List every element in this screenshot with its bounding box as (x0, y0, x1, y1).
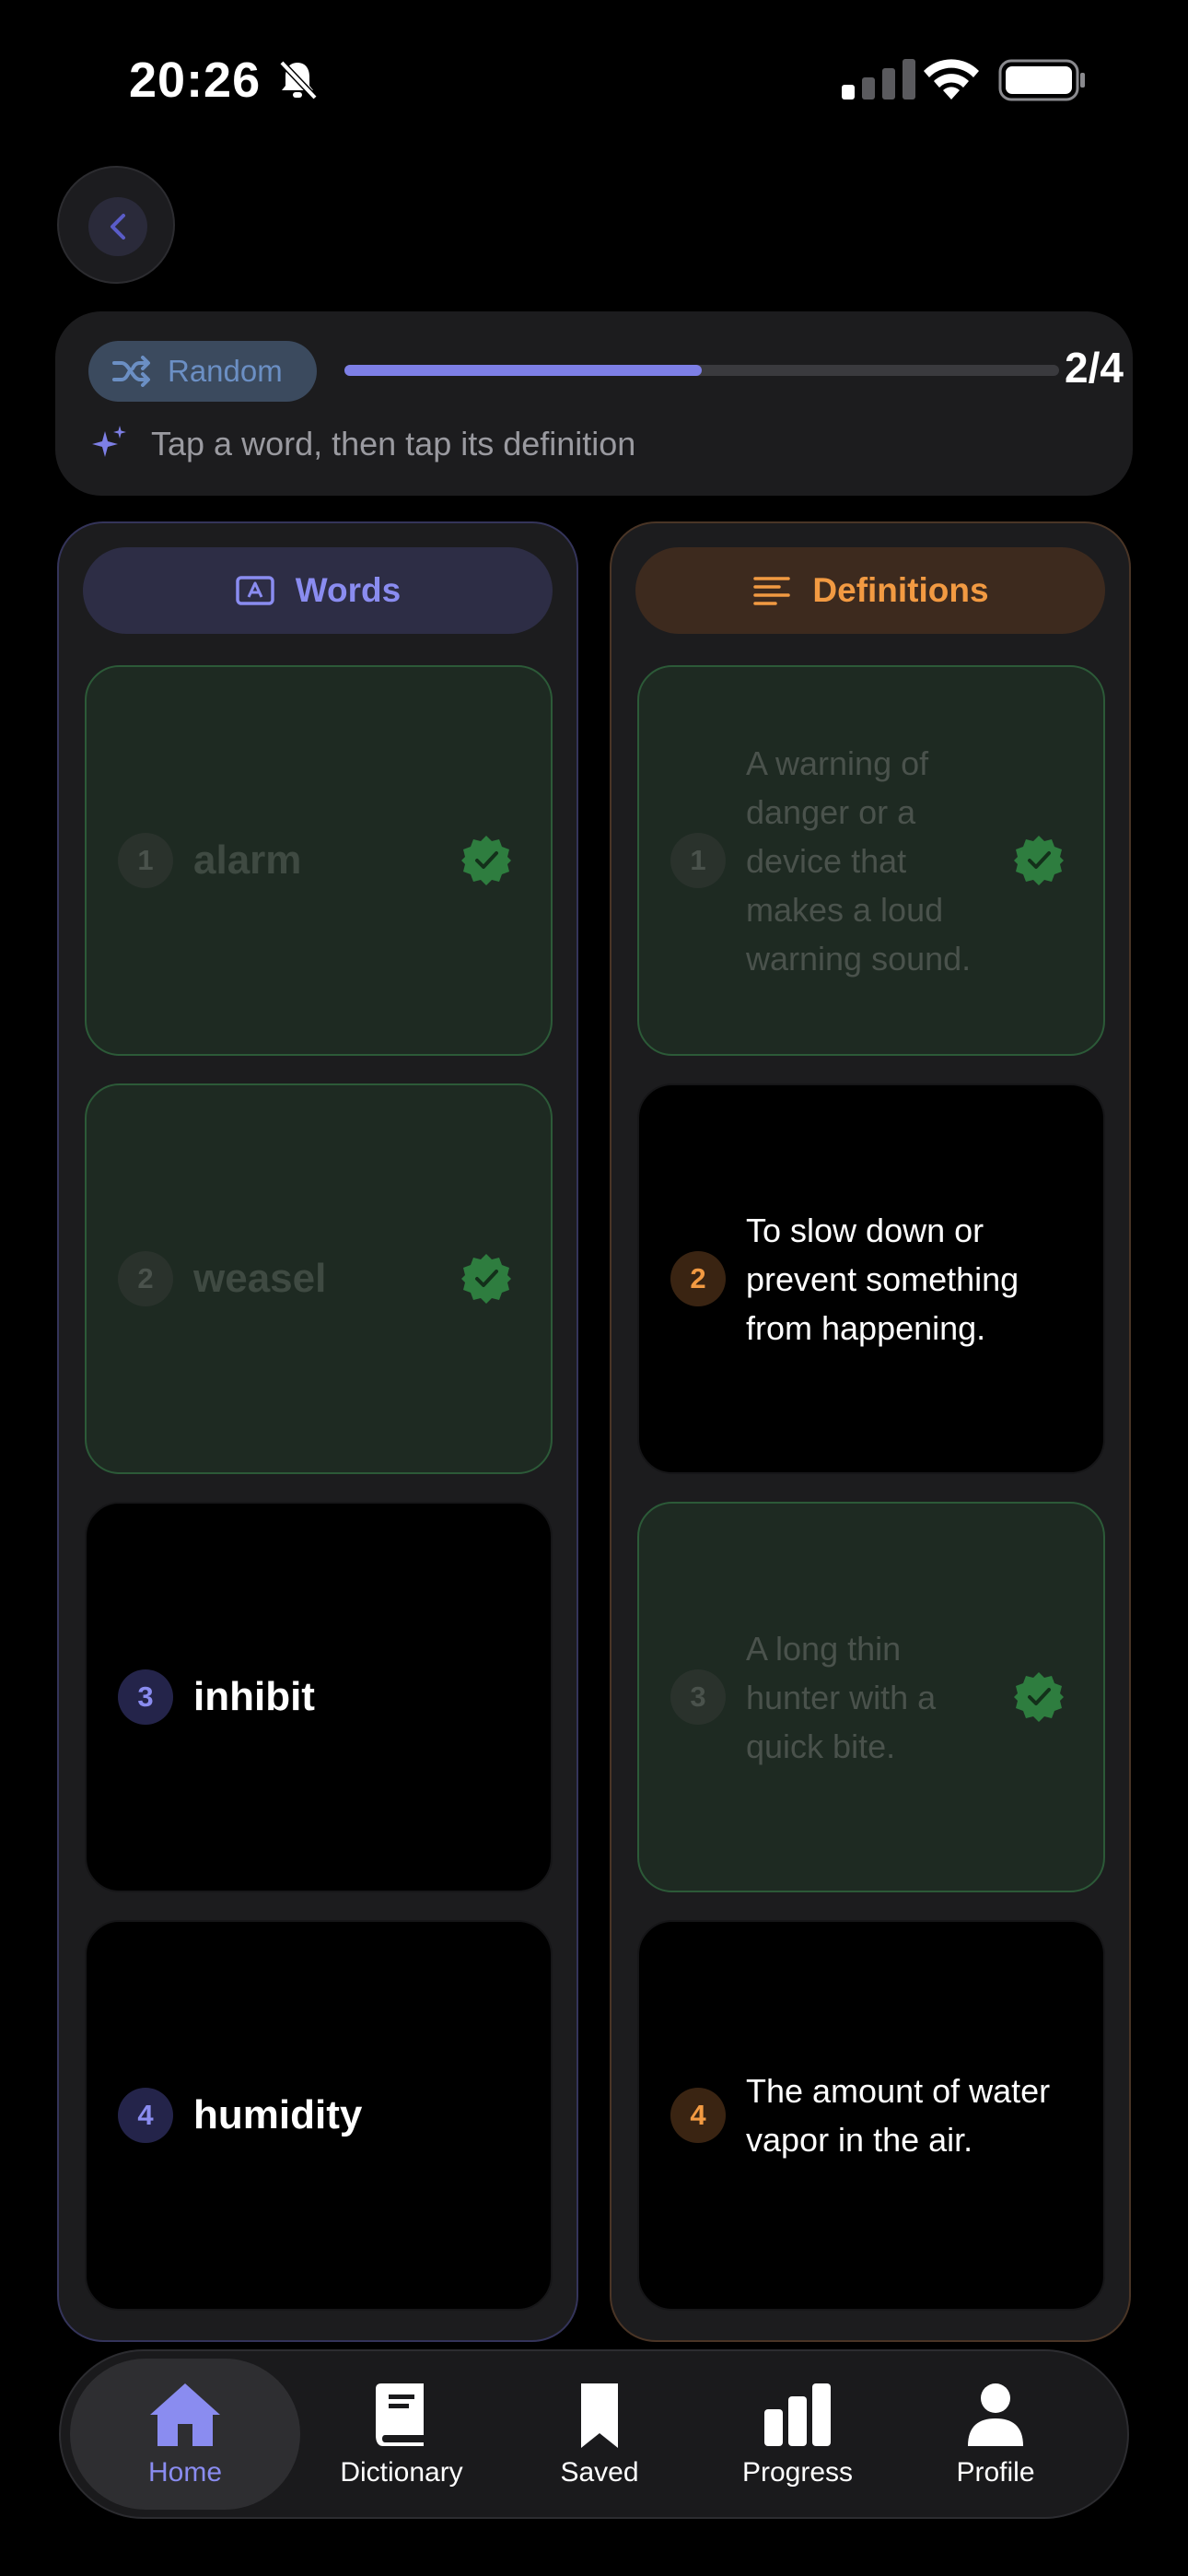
definitions-title: Definitions (812, 571, 989, 609)
progress-bar (344, 365, 1059, 376)
definition-card[interactable]: 4 The amount of water vapor in the air. (637, 1920, 1105, 2311)
tab-progress[interactable]: Progress (705, 2359, 890, 2510)
bell-slash-icon (279, 60, 318, 100)
definition-text: A warning of danger or a device that mak… (746, 744, 972, 978)
word-number: 3 (118, 1669, 173, 1725)
word-number: 2 (118, 1251, 173, 1306)
chevron-left-icon (111, 214, 125, 240)
sparkles-icon (92, 426, 126, 457)
definition-number: 1 (670, 833, 726, 888)
status-bar: 20:26 (0, 0, 1188, 157)
book-icon (376, 2383, 424, 2446)
words-column: Words 1 alarm 2 weasel 3 inhibit 4 humid… (57, 521, 578, 2342)
definition-number: 4 (670, 2088, 726, 2143)
status-time: 20:26 (129, 53, 262, 108)
cellular-signal-icon (842, 59, 915, 100)
tab-home-label: Home (147, 2457, 223, 2488)
hint-text: Tap a word, then tap its definition (151, 425, 636, 463)
session-panel: Random 2/4 Tap a word, then tap its defi… (55, 311, 1133, 496)
tab-saved[interactable]: Saved (517, 2359, 682, 2510)
check-badge-icon (1014, 1672, 1064, 1722)
word-text: humidity (193, 2092, 363, 2137)
wifi-icon (924, 59, 979, 100)
text-lines-icon (753, 577, 791, 605)
definition-number: 2 (670, 1251, 726, 1306)
definition-card[interactable]: 2 To slow down or prevent something from… (637, 1083, 1105, 1474)
word-text: alarm (193, 837, 302, 883)
tab-dictionary[interactable]: Dictionary (305, 2359, 498, 2510)
definition-number: 3 (670, 1669, 726, 1725)
tab-saved-label: Saved (560, 2457, 639, 2488)
definition-text: A long thin hunter with a quick bite. (746, 1629, 937, 1765)
definition-text: The amount of water vapor in the air. (746, 2072, 1051, 2159)
definition-card[interactable]: 3 A long thin hunter with a quick bite. (637, 1502, 1105, 1892)
bar-chart-icon (764, 2383, 831, 2446)
vocabulary-icon (236, 576, 274, 605)
word-text: inhibit (193, 1674, 315, 1719)
words-title: Words (295, 571, 402, 609)
tab-home[interactable]: Home (70, 2359, 300, 2510)
house-icon (150, 2383, 220, 2446)
person-icon (968, 2383, 1023, 2446)
definition-text: To slow down or prevent something from h… (746, 1211, 1019, 1347)
battery-icon (998, 59, 1085, 101)
bookmark-icon (581, 2383, 618, 2448)
back-button[interactable] (57, 166, 175, 284)
tab-progress-label: Progress (741, 2457, 854, 2488)
definitions-header: Definitions (635, 547, 1105, 634)
word-card[interactable]: 3 inhibit (85, 1502, 553, 1892)
word-number: 4 (118, 2088, 173, 2143)
progress-counter: 2/4 (1065, 344, 1124, 392)
tab-dictionary-label: Dictionary (340, 2457, 463, 2488)
word-number: 1 (118, 833, 173, 888)
check-badge-icon (1014, 836, 1064, 885)
words-header: Words (83, 547, 553, 634)
tab-profile-label: Profile (956, 2457, 1035, 2488)
instruction-hint: Tap a word, then tap its definition (88, 424, 635, 464)
word-card[interactable]: 2 weasel (85, 1083, 553, 1474)
random-mode-button[interactable]: Random (88, 341, 317, 402)
tab-bar: Home Dictionary Saved Progress Profile (59, 2349, 1129, 2519)
check-badge-icon (461, 1254, 511, 1304)
definition-card[interactable]: 1 A warning of danger or a device that m… (637, 665, 1105, 1056)
word-card[interactable]: 1 alarm (85, 665, 553, 1056)
tab-profile[interactable]: Profile (913, 2359, 1078, 2510)
random-mode-label: Random (168, 354, 283, 388)
shuffle-icon (112, 356, 150, 387)
check-badge-icon (461, 836, 511, 885)
progress-fill (344, 365, 702, 376)
word-text: weasel (193, 1256, 327, 1301)
definitions-column: Definitions 1 A warning of danger or a d… (610, 521, 1131, 2342)
word-card[interactable]: 4 humidity (85, 1920, 553, 2311)
